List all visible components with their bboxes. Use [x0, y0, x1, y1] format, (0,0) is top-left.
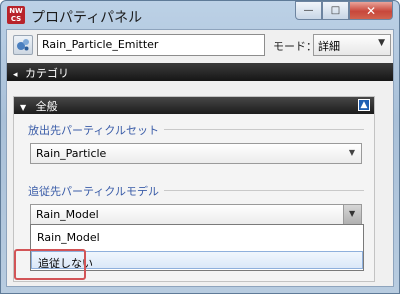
property-panel-window: NW CS プロパティパネル — □ ✕ Rain_Particle_Emitt… [0, 0, 400, 294]
close-icon: ✕ [365, 3, 377, 18]
chevron-down-icon: ▼ [348, 148, 355, 157]
object-row: Rain_Particle_Emitter モード： 詳細 ▼ [7, 30, 393, 60]
arrow-up-icon[interactable]: ▲ [358, 99, 370, 111]
section-header[interactable]: ▼ 全般 ▲ [14, 97, 374, 114]
app-icon: NW CS [7, 6, 25, 24]
section-title: 全般 [35, 100, 58, 113]
mode-label: モード： [273, 40, 317, 53]
group-divider [164, 129, 364, 130]
close-button[interactable]: ✕ [349, 1, 393, 20]
title-bar[interactable]: NW CS プロパティパネル — □ ✕ [1, 1, 399, 29]
emit-particle-set-label: 放出先パーティクルセット [28, 124, 160, 137]
highlight-annotation [14, 249, 86, 280]
dropdown-button[interactable]: ▼ [343, 205, 361, 224]
follow-model-label: 追従先パーティクルモデル [28, 185, 160, 198]
emit-particle-set-value: Rain_Particle [36, 147, 107, 160]
chevron-down-icon: ▼ [349, 209, 356, 218]
mode-value: 詳細 [318, 40, 340, 53]
emit-particle-set-combo[interactable]: Rain_Particle ▼ [30, 143, 362, 164]
minimize-icon: — [303, 5, 314, 16]
collapse-triangle-icon: ▼ [20, 103, 27, 112]
particle-emitter-icon [13, 35, 33, 55]
follow-model-value: Rain_Model [36, 208, 99, 221]
category-header[interactable]: ◂ カテゴリ [7, 63, 393, 81]
maximize-icon: □ [330, 5, 341, 16]
object-name-field[interactable]: Rain_Particle_Emitter [37, 34, 265, 56]
minimize-button[interactable]: — [295, 1, 322, 20]
group-divider [164, 190, 364, 191]
chevron-down-icon: ▼ [378, 38, 385, 48]
maximize-button[interactable]: □ [322, 1, 349, 20]
follow-model-combo[interactable]: Rain_Model ▼ [30, 204, 362, 225]
category-label: カテゴリ [25, 67, 70, 80]
window-title: プロパティパネル [31, 10, 143, 26]
mode-select[interactable]: 詳細 ▼ [313, 34, 391, 56]
pin-icon: ◂ [13, 70, 18, 80]
dropdown-option-rain-model[interactable]: Rain_Model [31, 228, 363, 246]
